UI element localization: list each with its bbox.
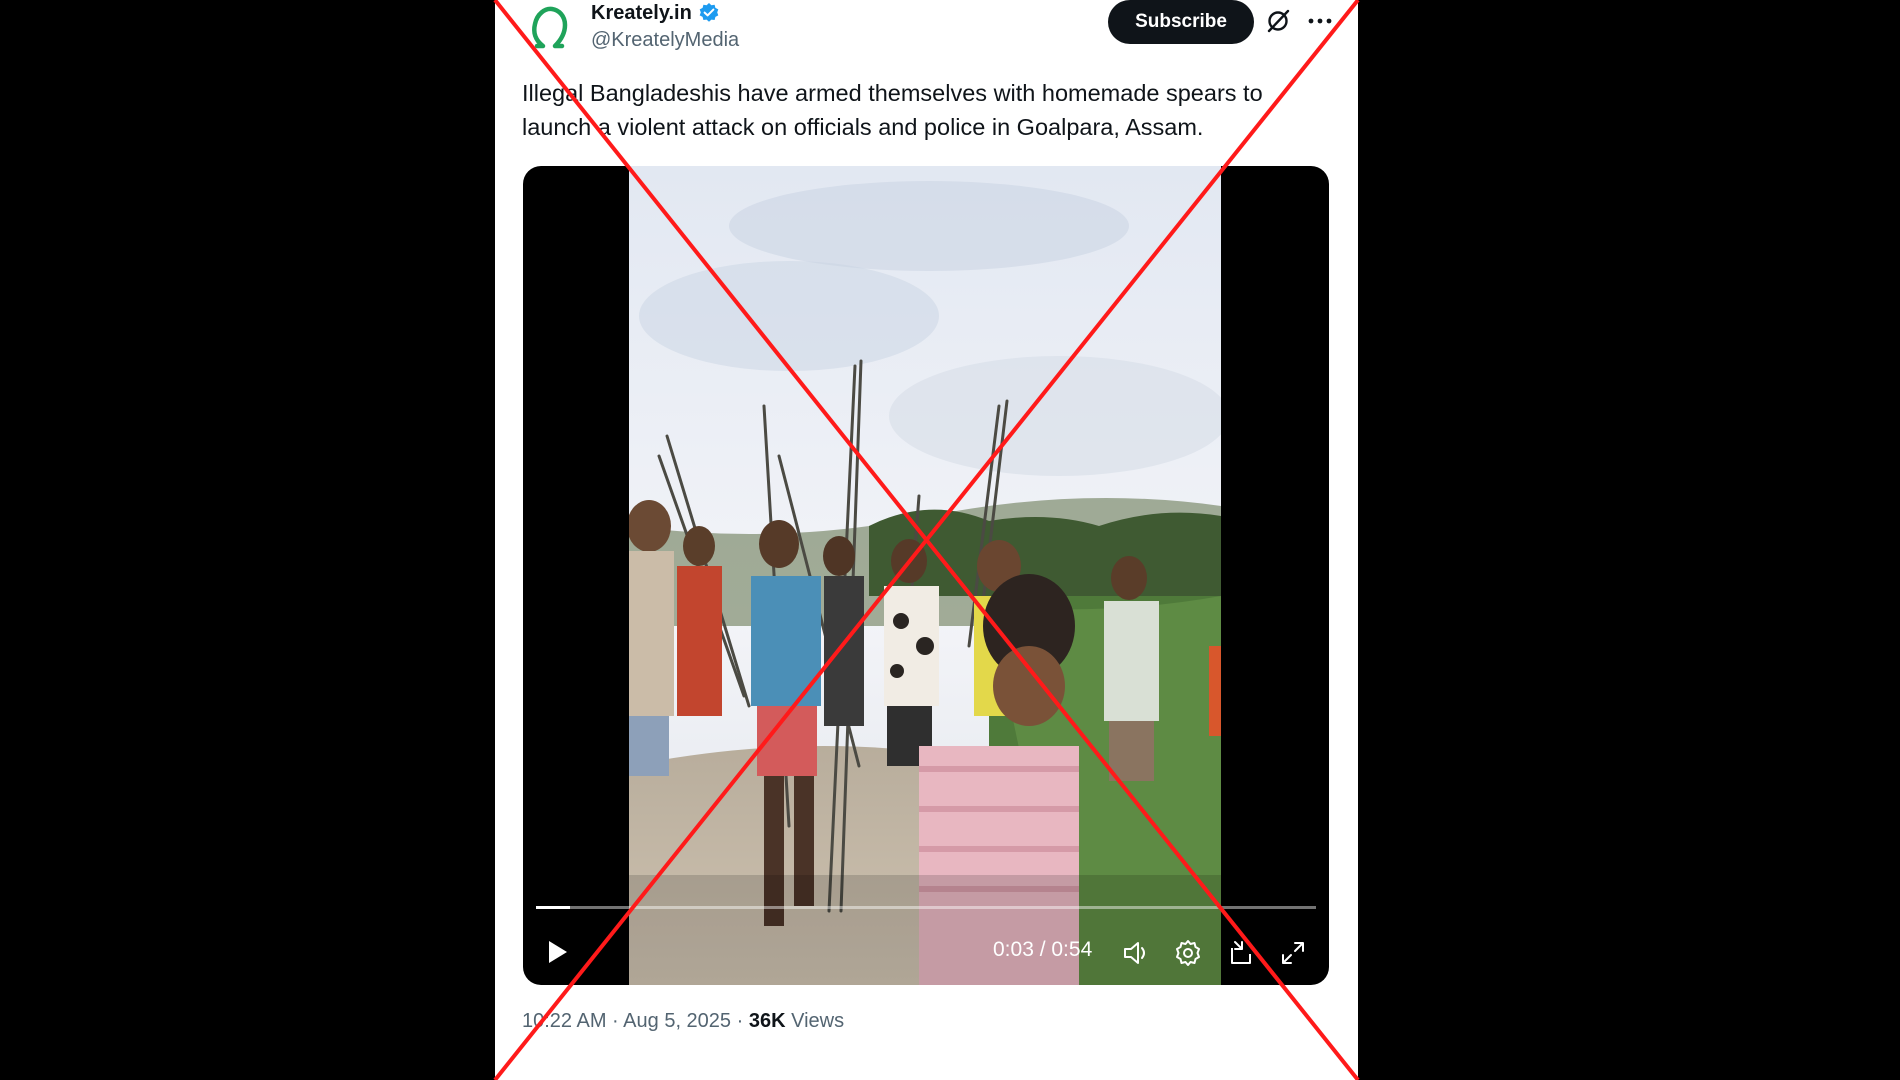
tweet-meta: 10:22 AM · Aug 5, 2025 · 36K Views	[522, 1010, 844, 1033]
author-name[interactable]: Kreately.in	[591, 2, 692, 25]
author-handle[interactable]: @KreatelyMedia	[591, 29, 739, 52]
author-name-row: Kreately.in	[591, 0, 739, 26]
video-progress-bar[interactable]	[536, 906, 1316, 909]
subscribe-button[interactable]: Subscribe	[1108, 0, 1254, 44]
avatar[interactable]	[525, 2, 575, 52]
video-player[interactable]: 0:03 / 0:54	[523, 166, 1329, 985]
video-frame[interactable]	[629, 166, 1221, 985]
tweet-text: Illegal Bangladeshis have armed themselv…	[522, 80, 1263, 140]
volume-icon[interactable]	[1121, 938, 1151, 968]
verified-badge-icon	[699, 3, 719, 22]
popout-icon[interactable]	[1226, 938, 1256, 968]
author-block: Kreately.in @KreatelyMedia	[591, 0, 739, 52]
play-icon[interactable]	[541, 936, 573, 968]
settings-icon[interactable]	[1173, 938, 1203, 968]
grok-icon[interactable]	[1265, 8, 1291, 34]
tweet-card: Kreately.in @KreatelyMedia Subscribe Ill…	[495, 0, 1358, 1080]
tweet-timestamp[interactable]: 10:22 AM · Aug 5, 2025 ·	[522, 1010, 749, 1032]
views-count[interactable]: 36K	[749, 1010, 786, 1032]
more-icon[interactable]	[1305, 8, 1335, 34]
video-time-readout: 0:03 / 0:54	[993, 938, 1093, 961]
views-label: Views	[785, 1010, 845, 1032]
fullscreen-icon[interactable]	[1278, 938, 1308, 968]
video-progress-fill	[536, 906, 570, 909]
screenshot-stage: Kreately.in @KreatelyMedia Subscribe Ill…	[0, 0, 1900, 1080]
